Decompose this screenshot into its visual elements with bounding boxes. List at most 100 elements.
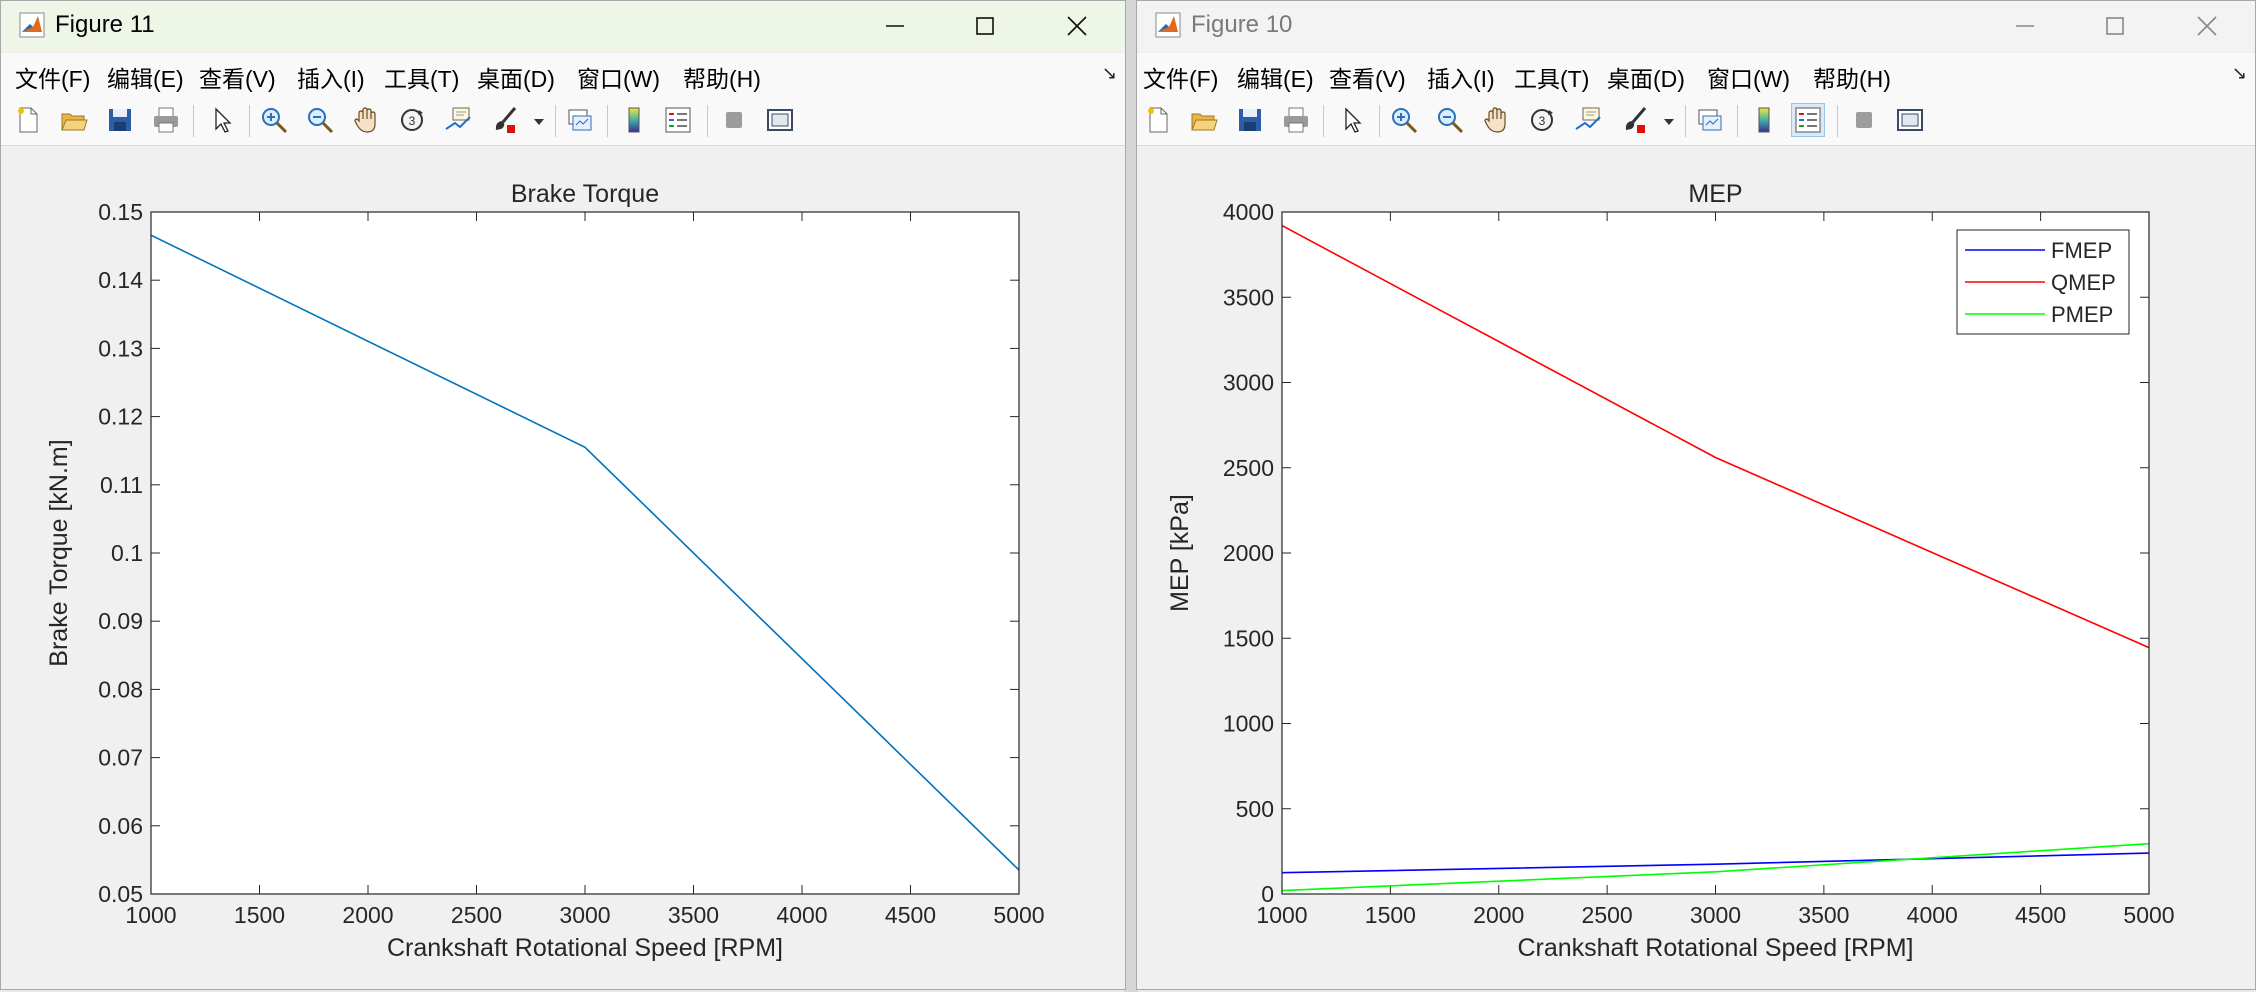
- save-button[interactable]: [1233, 103, 1267, 137]
- zoom-out-icon: [1438, 108, 1464, 134]
- print-button[interactable]: [1279, 103, 1313, 137]
- pan-button[interactable]: [1479, 103, 1513, 137]
- close-button[interactable]: [2175, 1, 2239, 51]
- brush-button[interactable]: [1617, 103, 1651, 137]
- figure-canvas[interactable]: 1000 1500 2000 2500 3000 3500 4000 4500 5000 0.05…: [1, 146, 1125, 989]
- open-file-button[interactable]: [57, 103, 91, 137]
- menu-view[interactable]: 查看(V): [199, 60, 276, 94]
- x-tick-label: 2000: [1473, 902, 1524, 928]
- y-tick-label: 0.06: [98, 813, 143, 839]
- window-title: Figure 11: [55, 11, 155, 38]
- menu-tools[interactable]: 工具(T): [384, 60, 459, 94]
- colorbar-button[interactable]: [617, 103, 651, 137]
- zoom-out-button[interactable]: [303, 103, 337, 137]
- maximize-icon: [976, 17, 994, 35]
- svg-text:3: 3: [409, 114, 416, 128]
- brush-dropdown-icon[interactable]: [1663, 117, 1675, 127]
- minimize-button[interactable]: [1993, 1, 2057, 51]
- figure-toolbar: 3: [1, 95, 1125, 146]
- rotate-3d-icon: 3: [401, 109, 423, 131]
- menu-help[interactable]: 帮助(H): [683, 60, 761, 94]
- legend-label-qmep: QMEP: [2051, 270, 2116, 295]
- brush-icon: [495, 107, 517, 133]
- show-plot-tools-button[interactable]: [1893, 103, 1927, 137]
- y-tick-label: 2000: [1223, 540, 1274, 566]
- y-axis-label: Brake Torque [kN.m]: [45, 439, 73, 666]
- hide-plot-tools-button[interactable]: [1847, 103, 1881, 137]
- maximize-button[interactable]: [2083, 1, 2147, 51]
- chart-title: MEP: [1688, 180, 1742, 208]
- y-tick-label: 0.1: [111, 540, 143, 566]
- menu-desktop[interactable]: 桌面(D): [477, 60, 555, 94]
- menu-file[interactable]: 文件(F): [15, 60, 90, 94]
- zoom-out-button[interactable]: [1433, 103, 1467, 137]
- mep-plot[interactable]: 1000 1500 2000 2500 3000 3500 4000 4500 5000 0 500…: [1137, 146, 2255, 990]
- y-tick-label: 0.09: [98, 608, 143, 634]
- legend-button[interactable]: [661, 103, 695, 137]
- y-tick-label: 0.13: [98, 335, 143, 361]
- dock-arrow-icon[interactable]: ↘: [2232, 63, 2247, 84]
- link-plot-button[interactable]: [563, 103, 597, 137]
- menu-tools[interactable]: 工具(T): [1514, 60, 1589, 94]
- data-cursor-button[interactable]: [441, 103, 475, 137]
- menu-insert[interactable]: 插入(I): [1427, 60, 1495, 94]
- zoom-in-button[interactable]: [257, 103, 291, 137]
- brush-button[interactable]: [487, 103, 521, 137]
- legend-label-fmep: FMEP: [2051, 238, 2112, 263]
- matlab-icon: [1155, 12, 1181, 38]
- select-button[interactable]: [1335, 103, 1369, 137]
- open-file-button[interactable]: [1187, 103, 1221, 137]
- y-tick-label: 0.05: [98, 881, 143, 907]
- figure-window-11[interactable]: Figure 11 文件(F) 编辑(E) 查看(V) 插入(I) 工具(T) …: [0, 0, 1126, 990]
- show-plot-tools-button[interactable]: [763, 103, 797, 137]
- legend-button[interactable]: [1791, 103, 1825, 137]
- zoom-in-button[interactable]: [1387, 103, 1421, 137]
- hide-plot-tools-button[interactable]: [717, 103, 751, 137]
- menu-bar: 文件(F) 编辑(E) 查看(V) 插入(I) 工具(T) 桌面(D) 窗口(W…: [1137, 53, 2255, 95]
- colorbar-button[interactable]: [1747, 103, 1781, 137]
- close-button[interactable]: [1045, 1, 1109, 51]
- title-bar[interactable]: Figure 11: [1, 1, 1125, 51]
- print-button[interactable]: [149, 103, 183, 137]
- maximize-button[interactable]: [953, 1, 1017, 51]
- new-figure-button[interactable]: [1141, 103, 1175, 137]
- menu-edit[interactable]: 编辑(E): [107, 60, 184, 94]
- y-tick-label: 0.11: [100, 472, 143, 498]
- menu-view[interactable]: 查看(V): [1329, 60, 1406, 94]
- x-tick-label: 3500: [668, 902, 719, 928]
- brake-torque-plot[interactable]: 1000 1500 2000 2500 3000 3500 4000 4500 50000.05…: [1, 146, 1125, 990]
- rotate-3d-button[interactable]: 3: [1525, 103, 1559, 137]
- menu-edit[interactable]: 编辑(E): [1237, 60, 1314, 94]
- colorbar-icon: [1758, 107, 1770, 133]
- zoom-out-icon: [308, 108, 334, 134]
- x-tick-label: 2500: [1582, 902, 1633, 928]
- x-tick-label: 4000: [1907, 902, 1958, 928]
- rotate-3d-button[interactable]: 3: [395, 103, 429, 137]
- select-button[interactable]: [205, 103, 239, 137]
- menu-insert[interactable]: 插入(I): [297, 60, 365, 94]
- title-bar[interactable]: Figure 10: [1137, 1, 2255, 51]
- menu-window[interactable]: 窗口(W): [577, 60, 660, 94]
- figure-window-10[interactable]: Figure 10 文件(F) 编辑(E) 查看(V) 插入(I) 工具(T) …: [1136, 0, 2256, 990]
- new-figure-button[interactable]: [11, 103, 45, 137]
- menu-help[interactable]: 帮助(H): [1813, 60, 1891, 94]
- menu-bar: 文件(F) 编辑(E) 查看(V) 插入(I) 工具(T) 桌面(D) 窗口(W…: [1, 53, 1125, 95]
- open-folder-icon: [61, 113, 88, 131]
- figure-canvas[interactable]: 1000 1500 2000 2500 3000 3500 4000 4500 5000 0 500…: [1137, 146, 2255, 989]
- minimize-button[interactable]: [863, 1, 927, 51]
- minimize-icon: [886, 25, 904, 27]
- menu-window[interactable]: 窗口(W): [1707, 60, 1790, 94]
- brush-dropdown-icon[interactable]: [533, 117, 545, 127]
- figure-toolbar: 3: [1137, 95, 2255, 146]
- dock-arrow-icon[interactable]: ↘: [1102, 63, 1117, 84]
- pan-button[interactable]: [349, 103, 383, 137]
- new-file-icon: [18, 107, 38, 133]
- data-cursor-button[interactable]: [1571, 103, 1605, 137]
- save-button[interactable]: [103, 103, 137, 137]
- menu-desktop[interactable]: 桌面(D): [1607, 60, 1685, 94]
- link-plot-button[interactable]: [1693, 103, 1727, 137]
- x-tick-label: 2000: [342, 902, 393, 928]
- zoom-in-icon: [262, 108, 288, 134]
- x-tick-label: 4500: [2015, 902, 2066, 928]
- menu-file[interactable]: 文件(F): [1143, 60, 1218, 94]
